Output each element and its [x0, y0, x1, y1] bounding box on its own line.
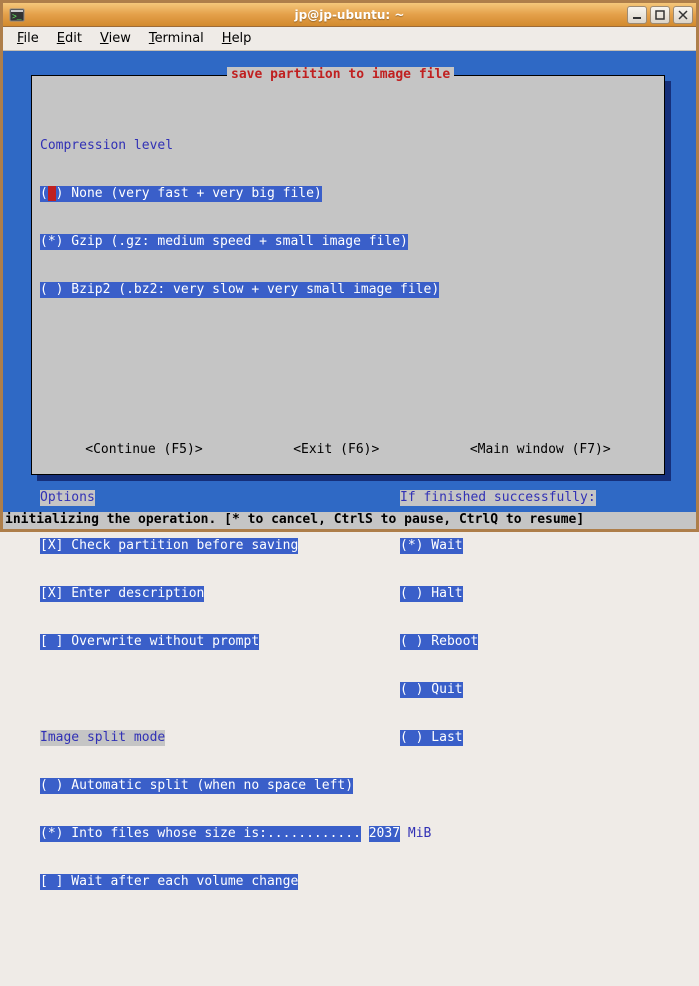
menu-file[interactable]: File: [9, 29, 47, 48]
finished-halt-radio[interactable]: ( ) Halt: [400, 586, 463, 602]
exit-button[interactable]: <Exit (F6)>: [289, 442, 383, 458]
compression-gzip-radio[interactable]: (*) Gzip (.gz: medium speed + small imag…: [40, 234, 408, 250]
menu-help[interactable]: Help: [214, 29, 260, 48]
dialog-actions: <Continue (F5)> <Exit (F6)> <Main window…: [40, 442, 656, 458]
continue-button[interactable]: <Continue (F5)>: [81, 442, 206, 458]
finished-reboot-radio[interactable]: ( ) Reboot: [400, 634, 478, 650]
option-description-checkbox[interactable]: [X] Enter description: [40, 586, 204, 602]
split-auto-radio[interactable]: ( ) Automatic split (when no space left): [40, 778, 353, 794]
finished-last-radio[interactable]: ( ) Last: [400, 730, 463, 746]
finished-heading: If finished successfully:: [400, 490, 596, 506]
maximize-button[interactable]: [650, 6, 670, 24]
close-icon: [678, 10, 688, 20]
maximize-icon: [655, 10, 665, 20]
menubar: File Edit View Terminal Help: [3, 27, 696, 51]
split-size-input[interactable]: 2037: [369, 826, 400, 842]
dialog-content: Compression level ( ) None (very fast + …: [40, 90, 656, 466]
close-button[interactable]: [673, 6, 693, 24]
dialog-panel: save partition to image file Compression…: [31, 75, 665, 475]
options-heading: Options: [40, 490, 95, 506]
main-window-button[interactable]: <Main window (F7)>: [466, 442, 615, 458]
compression-heading: Compression level: [40, 138, 173, 154]
terminal-icon: >_: [9, 7, 25, 23]
finished-wait-radio[interactable]: (*) Wait: [400, 538, 463, 554]
menu-edit[interactable]: Edit: [49, 29, 90, 48]
status-line: initializing the operation. [* to cancel…: [3, 512, 696, 529]
compression-none-radio[interactable]: ( ) None (very fast + very big file): [40, 186, 322, 202]
compression-bzip2-radio[interactable]: ( ) Bzip2 (.bz2: very slow + very small …: [40, 282, 439, 298]
minimize-button[interactable]: [627, 6, 647, 24]
split-size-radio[interactable]: (*) Into files whose size is:...........…: [40, 826, 361, 842]
menu-terminal[interactable]: Terminal: [141, 29, 212, 48]
option-check-checkbox[interactable]: [X] Check partition before saving: [40, 538, 298, 554]
finished-quit-radio[interactable]: ( ) Quit: [400, 682, 463, 698]
dialog-title: save partition to image file: [227, 67, 454, 83]
split-heading: Image split mode: [40, 730, 165, 746]
window-title: jp@jp-ubuntu: ~: [295, 8, 405, 22]
app-window: >_ jp@jp-ubuntu: ~ File Edit View Termin…: [0, 0, 699, 532]
terminal-area[interactable]: save partition to image file Compression…: [3, 51, 696, 529]
option-overwrite-checkbox[interactable]: [ ] Overwrite without prompt: [40, 634, 259, 650]
titlebar[interactable]: >_ jp@jp-ubuntu: ~: [3, 3, 696, 27]
menu-view[interactable]: View: [92, 29, 139, 48]
window-controls: [627, 6, 696, 24]
minimize-icon: [632, 10, 642, 20]
svg-text:>_: >_: [12, 13, 22, 22]
split-wait-checkbox[interactable]: [ ] Wait after each volume change: [40, 874, 298, 890]
